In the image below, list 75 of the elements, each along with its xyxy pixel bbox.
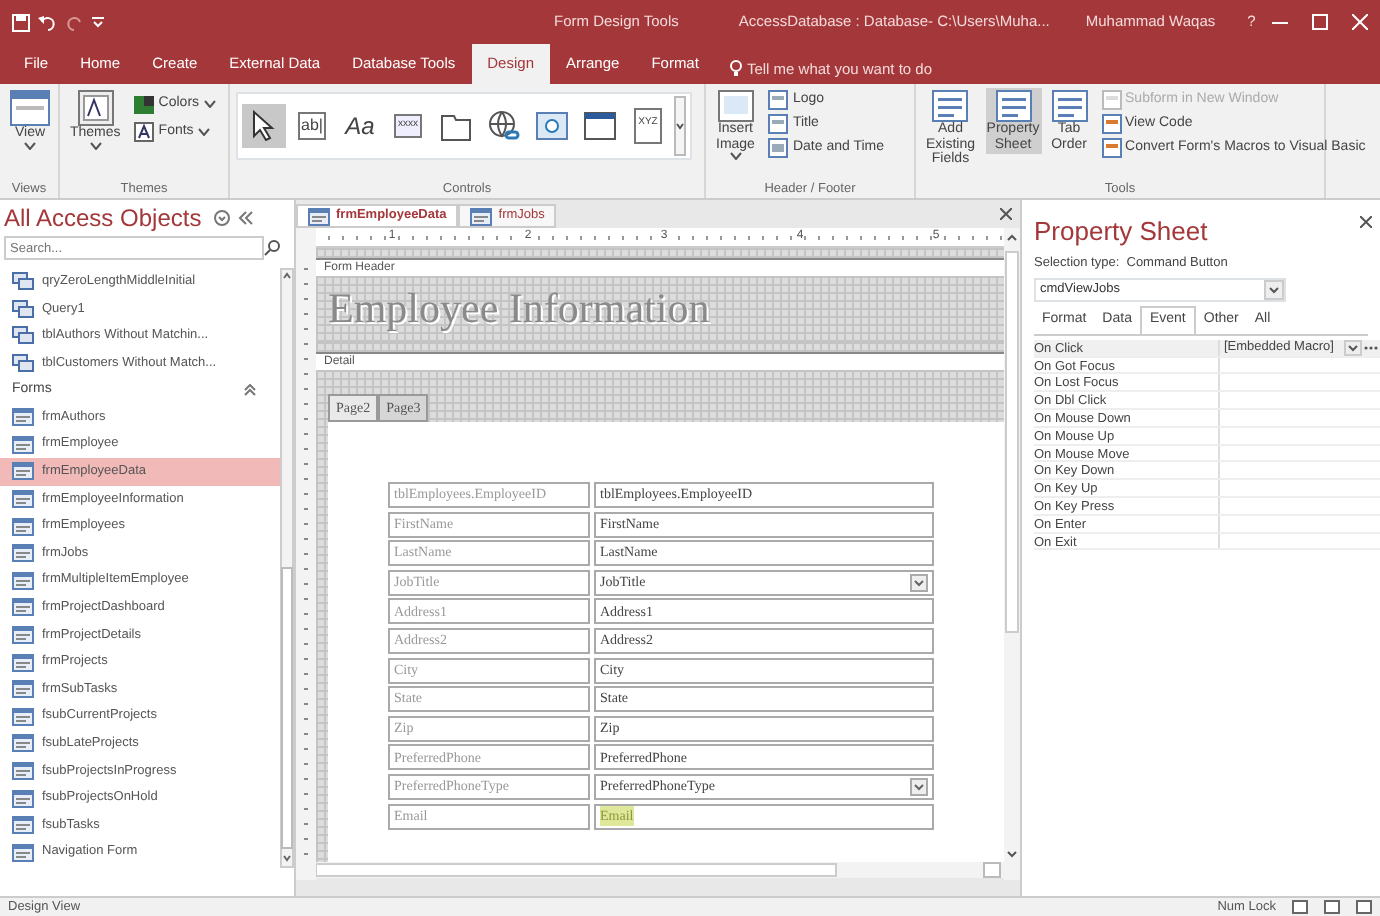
code-icon — [1101, 114, 1122, 134]
form-icon — [12, 435, 34, 454]
form-icon — [12, 761, 34, 780]
customize-icon[interactable] — [92, 16, 104, 28]
macro-convert-icon — [1101, 138, 1122, 158]
form-view-icon — [10, 90, 50, 126]
collapse-pane-icon[interactable] — [237, 210, 254, 226]
logo-icon — [768, 90, 789, 110]
query-icon — [12, 299, 34, 318]
gallery-scroll-icon[interactable] — [674, 96, 686, 156]
caret-icon — [197, 128, 210, 136]
form-icon — [12, 517, 34, 536]
form-icon — [12, 734, 34, 753]
pane-title: Property Sheet — [1034, 214, 1208, 250]
collapse-icon — [244, 384, 256, 397]
form-icon — [308, 207, 330, 225]
tab-control-icon — [440, 110, 472, 142]
title-icon — [768, 114, 789, 134]
form-icon — [12, 626, 34, 645]
pointer-icon — [252, 110, 276, 142]
tab-order-icon — [1051, 90, 1088, 122]
save-icon[interactable] — [12, 13, 30, 31]
navigation-control-icon — [584, 110, 616, 142]
property-sheet-icon — [995, 90, 1032, 122]
form-icon — [12, 816, 34, 835]
themes-icon — [77, 90, 114, 126]
form-view-icon[interactable] — [1292, 900, 1308, 914]
scrollbar-icon[interactable] — [280, 268, 294, 868]
close-icon[interactable] — [1000, 208, 1012, 220]
form-icon — [12, 680, 34, 699]
dropdown-icon[interactable] — [1344, 339, 1362, 356]
caret-icon — [203, 100, 216, 108]
form-icon — [12, 571, 34, 590]
control-tool[interactable] — [242, 104, 286, 148]
caret-icon — [24, 141, 36, 150]
maximize-icon[interactable] — [1312, 14, 1328, 30]
horizontal-scrollbar[interactable] — [316, 862, 1004, 878]
image-icon — [717, 90, 754, 122]
search-icon — [264, 240, 280, 256]
lightbulb-icon — [730, 59, 743, 78]
fields-icon — [932, 90, 969, 122]
control-tool[interactable]: ab| — [290, 104, 334, 148]
form-icon — [12, 598, 34, 617]
close-icon[interactable] — [1360, 216, 1372, 228]
globe-link-icon — [488, 110, 520, 142]
pane-title: All Access Objects — [4, 202, 202, 236]
palette-icon — [134, 95, 155, 113]
design-view-icon[interactable] — [1356, 900, 1372, 914]
dropdown-icon — [910, 573, 928, 592]
subform-icon — [1101, 90, 1122, 110]
web-browser-icon — [536, 110, 568, 142]
undo-icon[interactable] — [38, 13, 58, 31]
font-icon — [134, 122, 155, 142]
caret-icon — [89, 141, 102, 150]
form-icon — [12, 408, 34, 427]
redo-icon[interactable] — [66, 13, 84, 31]
form-icon — [12, 653, 34, 672]
form-icon — [12, 789, 34, 808]
date-time-icon — [768, 138, 789, 158]
pane-menu-icon[interactable] — [213, 210, 230, 226]
vertical-scrollbar[interactable] — [1004, 228, 1020, 880]
query-icon — [12, 354, 34, 373]
caret-icon — [729, 152, 742, 161]
dropdown-icon — [910, 777, 928, 796]
form-icon — [470, 207, 493, 225]
query-icon — [12, 272, 34, 291]
form-icon — [12, 843, 34, 862]
query-icon — [12, 326, 34, 345]
form-icon — [12, 490, 34, 509]
layout-view-icon[interactable] — [1324, 900, 1340, 914]
control-tool[interactable]: Aa — [338, 104, 382, 148]
form-icon — [12, 707, 34, 726]
dropdown-icon — [1264, 280, 1284, 301]
form-icon — [12, 544, 34, 563]
form-icon — [12, 462, 34, 481]
